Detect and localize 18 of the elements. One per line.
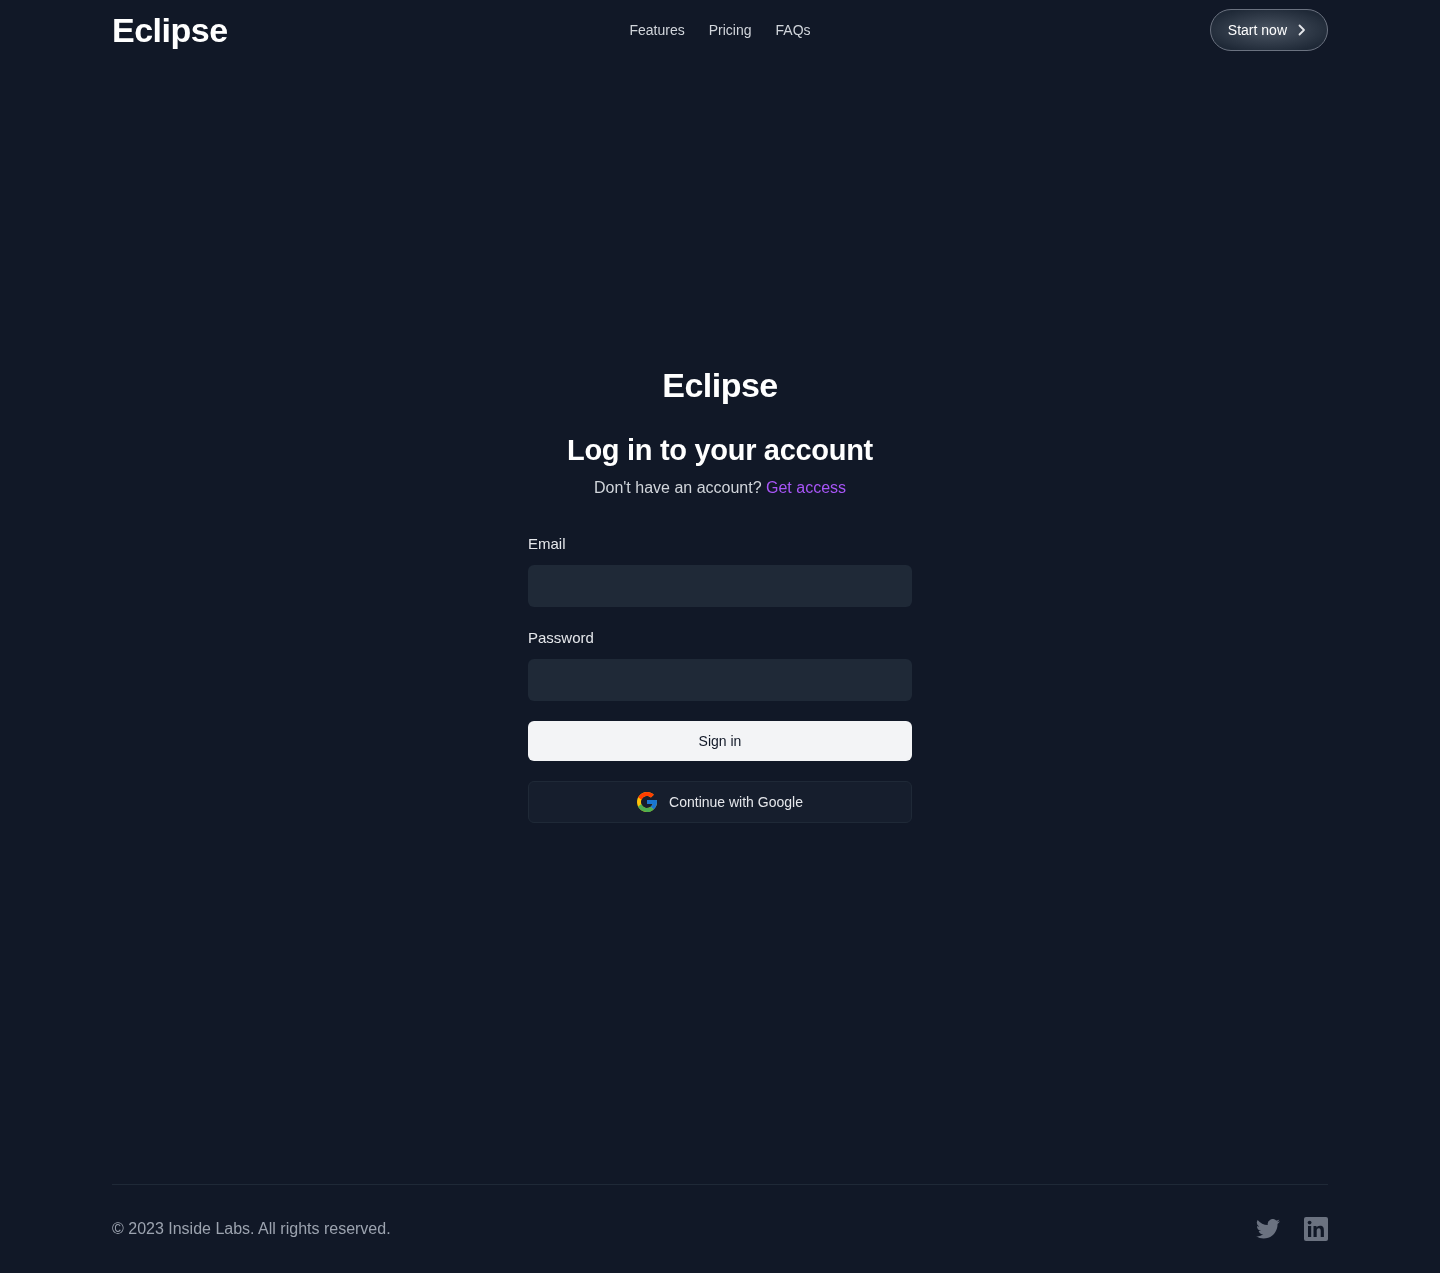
nav-link[interactable]: FAQs: [775, 20, 811, 40]
twitter-bird-icon[interactable]: [1256, 1219, 1280, 1239]
start-now-button[interactable]: Start now: [1209, 9, 1328, 51]
brand-title: Eclipse: [662, 365, 778, 405]
field-label: Email: [528, 534, 567, 554]
sign-in-button[interactable]: Sign in: [528, 721, 912, 761]
google-g-icon: [637, 792, 658, 812]
google-sign-in-button[interactable]: Continue with Google: [528, 781, 912, 823]
logo-text[interactable]: Eclipse: [112, 13, 228, 47]
nav-link[interactable]: Pricing: [708, 20, 752, 40]
nav-link[interactable]: Features: [629, 20, 685, 40]
get-access-link[interactable]: Get access: [766, 479, 847, 496]
signup-prompt: Don't have an account? Get access: [593, 478, 847, 498]
chevron-right-icon: [1298, 24, 1306, 36]
field-label: Password: [528, 628, 595, 648]
page-heading: Log in to your account: [567, 433, 873, 468]
linkedin-icon[interactable]: [1304, 1217, 1328, 1241]
copyright-text: © 2023 Inside Labs. All rights reserved.: [112, 1219, 391, 1239]
